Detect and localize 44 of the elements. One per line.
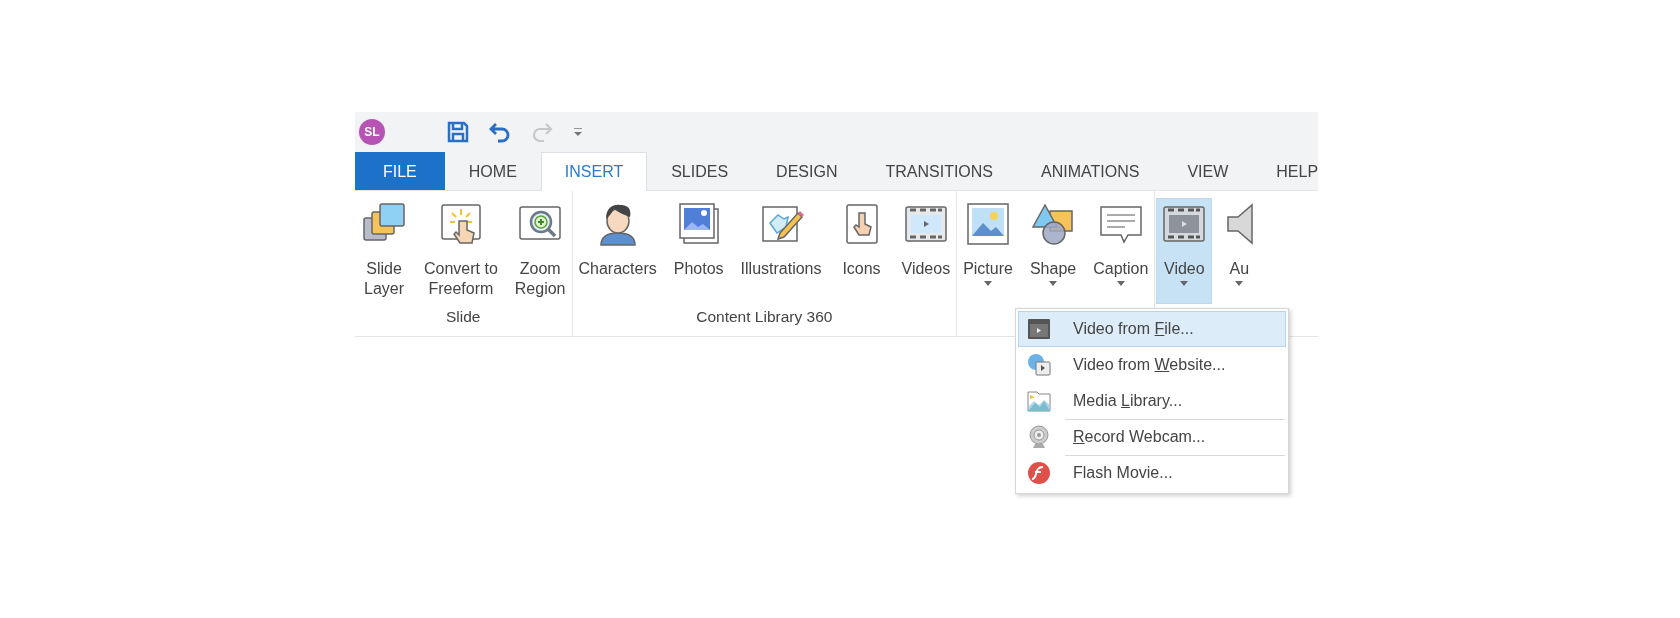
ribbon-button[interactable]: Illustrations: [736, 199, 826, 303]
app-logo: SL: [359, 119, 385, 145]
menu-item[interactable]: Media Library...: [1018, 383, 1286, 419]
ribbon-tab[interactable]: HOME: [444, 152, 541, 190]
menu-item[interactable]: Video from File...: [1018, 311, 1286, 347]
ribbon-button[interactable]: Icons: [834, 199, 889, 303]
dropdown-arrow-icon: [574, 127, 582, 137]
speaker-icon: [1224, 201, 1255, 247]
caret-icon: [1049, 281, 1058, 287]
menu-item[interactable]: Record Webcam...: [1018, 419, 1286, 455]
ribbon-button[interactable]: Slide Layer: [357, 199, 411, 303]
group-label: Content Library 360: [696, 308, 833, 327]
menu-item[interactable]: Flash Movie...: [1018, 455, 1286, 491]
ribbon-button[interactable]: Caption: [1089, 199, 1153, 303]
ribbon-button[interactable]: Photos: [669, 199, 728, 303]
ribbon-button[interactable]: Videos: [897, 199, 955, 303]
caret-icon: [984, 281, 993, 287]
ribbon-button[interactable]: Shape: [1025, 199, 1081, 303]
ribbon-button[interactable]: Zoom Region: [510, 199, 570, 303]
ribbon-button[interactable]: Picture: [959, 199, 1017, 303]
ribbon-tab[interactable]: DESIGN: [752, 152, 862, 190]
webcam-icon: [1027, 425, 1051, 449]
caret-icon: [1180, 281, 1189, 287]
ribbon-button[interactable]: Au: [1220, 199, 1259, 303]
ribbon-tab[interactable]: ANIMATIONS: [1017, 152, 1164, 190]
save-button[interactable]: [445, 119, 471, 145]
video-window-icon: [1027, 317, 1051, 341]
flash-logo-icon: [1027, 461, 1051, 485]
caret-icon: [1116, 281, 1125, 287]
ribbon-tab[interactable]: INSERT: [540, 152, 648, 191]
ribbon-tab[interactable]: VIEW: [1163, 152, 1253, 190]
ribbon-button[interactable]: Characters: [574, 199, 661, 303]
menu-item[interactable]: Video from Website...: [1018, 347, 1286, 383]
picture-folder-icon: [1027, 389, 1051, 413]
ribbon-tab[interactable]: TRANSITIONS: [861, 152, 1017, 190]
ribbon-button[interactable]: Convert to Freeform: [420, 199, 502, 303]
ribbon-tab[interactable]: SLIDES: [647, 152, 753, 190]
ribbon-button[interactable]: Video: [1157, 199, 1212, 303]
globe-video-icon: [1027, 353, 1051, 377]
caret-icon: [1235, 281, 1244, 287]
picture-icon: [965, 201, 1012, 247]
file-menu-tab[interactable]: FILE: [355, 152, 445, 190]
ribbon-tab[interactable]: HELP: [1252, 152, 1343, 190]
group-label: Slide: [446, 308, 481, 327]
